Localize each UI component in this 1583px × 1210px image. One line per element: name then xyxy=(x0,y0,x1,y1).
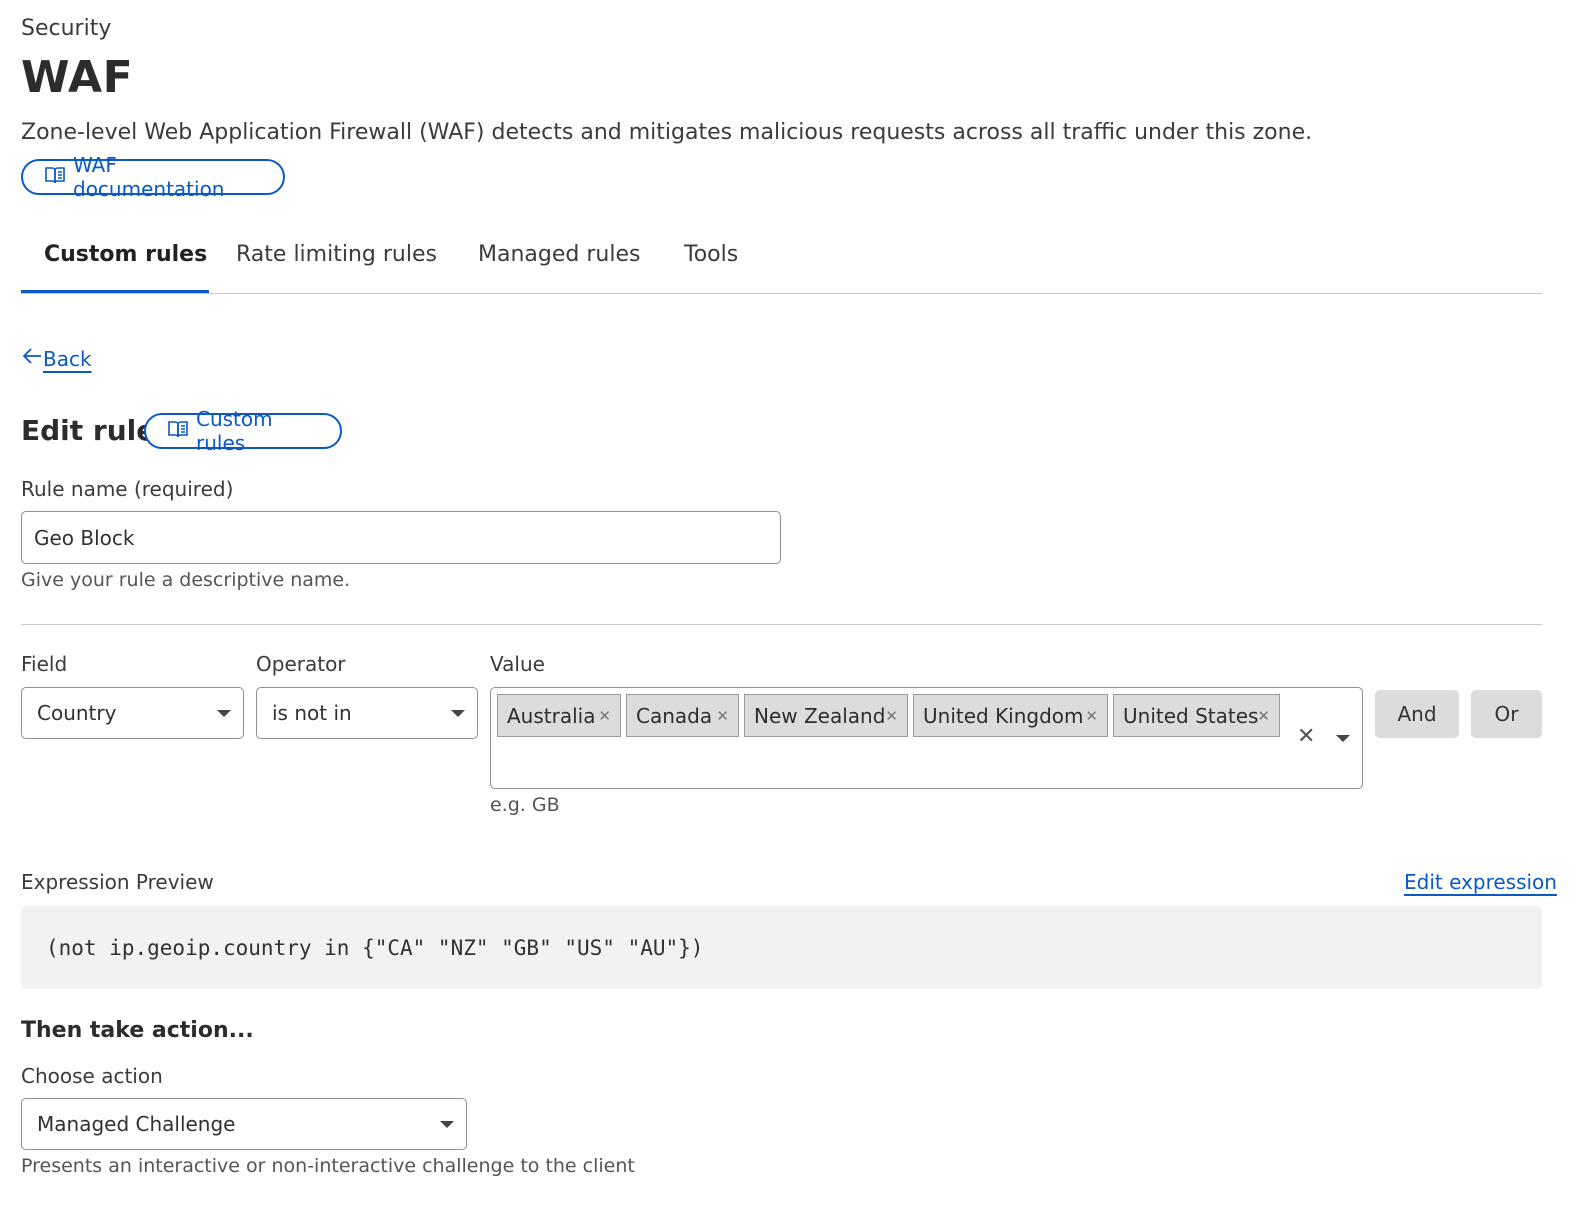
chip-label: New Zealand xyxy=(754,703,886,728)
tab-tools[interactable]: Tools xyxy=(684,242,738,267)
chevron-down-icon xyxy=(217,709,231,717)
operator-select-value: is not in xyxy=(272,701,352,725)
waf-documentation-label: WAF documentation xyxy=(73,153,225,201)
rule-name-hint: Give your rule a descriptive name. xyxy=(21,569,351,591)
tab-rate-limiting-rules[interactable]: Rate limiting rules xyxy=(236,242,437,267)
custom-rules-doc-label: Custom rules xyxy=(196,407,273,455)
waf-documentation-button[interactable]: WAF documentation xyxy=(21,153,285,201)
close-icon[interactable]: ✕ xyxy=(598,707,611,725)
arrow-left-icon xyxy=(21,346,43,372)
action-hint: Presents an interactive or non-interacti… xyxy=(21,1155,635,1177)
close-icon[interactable]: ✕ xyxy=(1085,707,1098,725)
value-hint: e.g. GB xyxy=(490,794,560,816)
edit-rule-heading: Edit rule xyxy=(21,414,156,447)
field-select-value: Country xyxy=(37,701,117,725)
book-icon xyxy=(45,165,65,189)
chevron-down-icon xyxy=(451,709,465,717)
back-label: Back xyxy=(43,347,92,371)
expression-code: (not ip.geoip.country in {"CA" "NZ" "GB"… xyxy=(46,935,704,960)
custom-rules-doc-button[interactable]: Custom rules xyxy=(144,407,342,455)
action-select-value: Managed Challenge xyxy=(37,1112,236,1136)
value-chip-australia: Australia ✕ xyxy=(497,694,621,737)
rule-name-label: Rule name (required) xyxy=(21,477,234,501)
rule-name-input[interactable]: Geo Block xyxy=(21,511,781,564)
chip-label: Canada xyxy=(636,703,713,728)
clear-all-icon[interactable]: ✕ xyxy=(1297,724,1315,749)
tab-bar: Custom rules Rate limiting rules Managed… xyxy=(21,230,1542,294)
rule-name-value: Geo Block xyxy=(34,525,135,550)
chip-label: Australia xyxy=(507,703,596,728)
back-link[interactable]: Back xyxy=(21,346,92,372)
edit-expression-link[interactable]: Edit expression xyxy=(1404,870,1557,894)
action-heading: Then take action... xyxy=(21,1018,254,1043)
expression-preview: (not ip.geoip.country in {"CA" "NZ" "GB"… xyxy=(21,906,1542,989)
and-button[interactable]: And xyxy=(1375,690,1459,738)
value-chip-canada: Canada ✕ xyxy=(626,694,739,737)
field-label: Field xyxy=(21,652,68,676)
section-divider xyxy=(21,624,1542,625)
active-tab-indicator xyxy=(21,290,209,293)
value-multiselect[interactable]: Australia ✕ Canada ✕ New Zealand ✕ Unite… xyxy=(490,687,1363,789)
operator-select[interactable]: is not in xyxy=(256,687,478,739)
tab-custom-rules[interactable]: Custom rules xyxy=(44,242,207,267)
page-title: WAF xyxy=(21,52,134,103)
choose-action-label: Choose action xyxy=(21,1064,163,1088)
chevron-down-icon xyxy=(440,1120,454,1128)
action-select[interactable]: Managed Challenge xyxy=(21,1098,467,1150)
operator-label: Operator xyxy=(256,652,346,676)
expression-preview-label: Expression Preview xyxy=(21,870,214,894)
close-icon[interactable]: ✕ xyxy=(716,707,729,725)
chip-label: United Kingdom xyxy=(923,703,1084,728)
tab-managed-rules[interactable]: Managed rules xyxy=(478,242,640,267)
value-chip-united-kingdom: United Kingdom ✕ xyxy=(913,694,1108,737)
value-chip-united-states: United States ✕ xyxy=(1113,694,1280,737)
chevron-down-icon[interactable] xyxy=(1336,735,1350,742)
or-button[interactable]: Or xyxy=(1471,690,1542,738)
page-description: Zone-level Web Application Firewall (WAF… xyxy=(21,120,1313,145)
field-select[interactable]: Country xyxy=(21,687,244,739)
value-chip-new-zealand: New Zealand ✕ xyxy=(744,694,908,737)
close-icon[interactable]: ✕ xyxy=(885,707,898,725)
book-icon xyxy=(168,419,188,443)
breadcrumb: Security xyxy=(21,16,112,41)
chip-label: United States xyxy=(1123,703,1259,728)
close-icon[interactable]: ✕ xyxy=(1257,707,1270,725)
value-label: Value xyxy=(490,652,545,676)
